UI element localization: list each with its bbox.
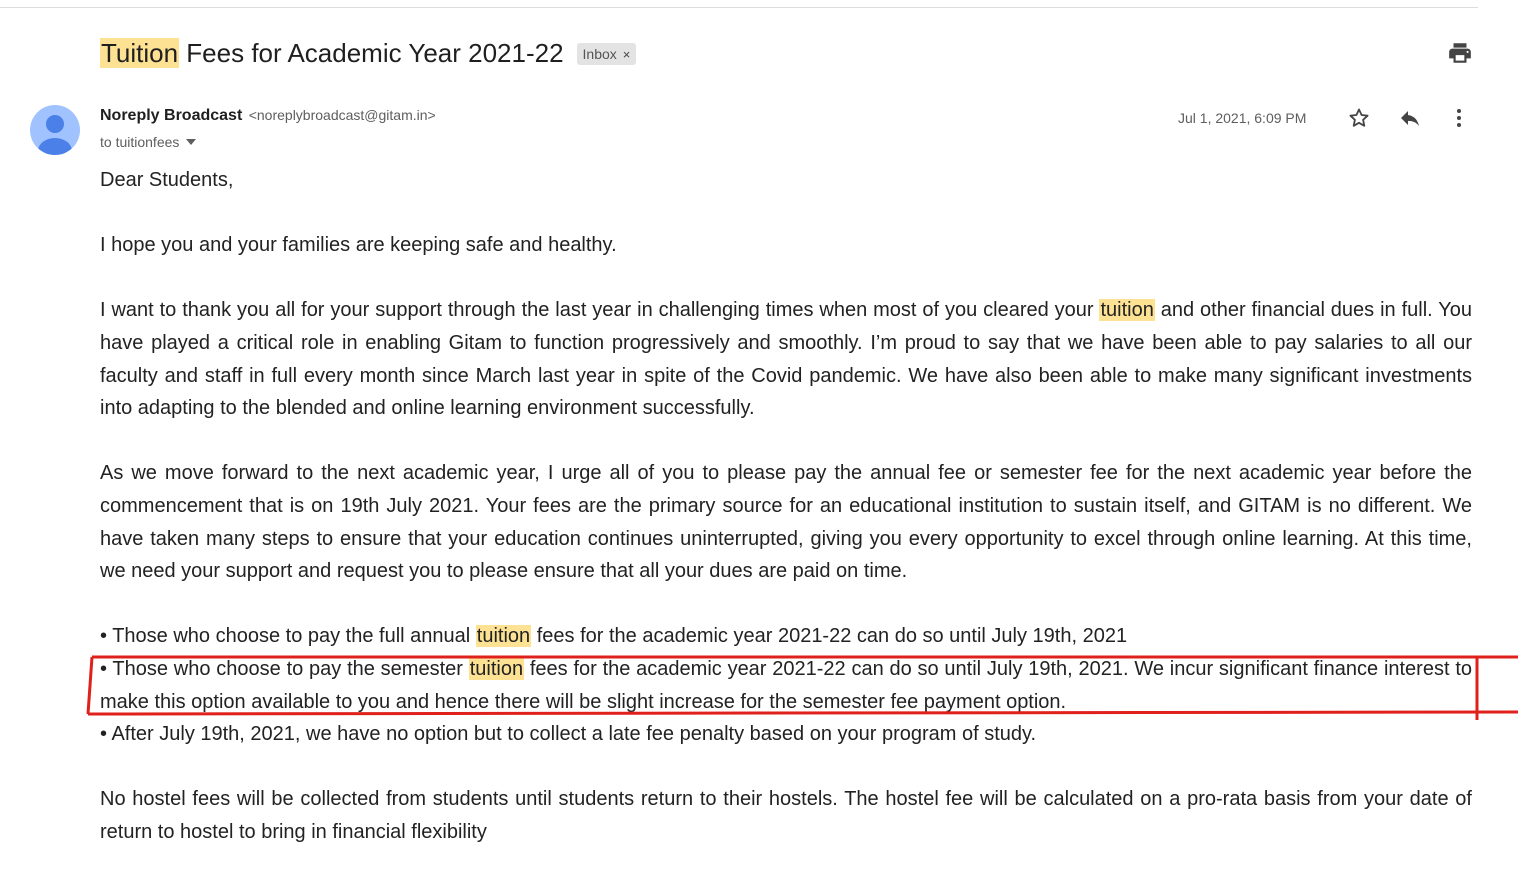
person-avatar-icon bbox=[38, 115, 72, 155]
email-subject: Tuition Fees for Academic Year 2021-22 bbox=[100, 36, 564, 70]
sender-row: Noreply Broadcast <noreplybroadcast@gita… bbox=[100, 107, 436, 125]
print-icon bbox=[1449, 43, 1471, 63]
bullet-2: • Those who choose to pay the semester t… bbox=[100, 653, 1472, 718]
caret-down-icon bbox=[186, 139, 197, 145]
subject-text: Fees for Academic Year 2021-22 bbox=[179, 38, 564, 68]
remove-label-button[interactable]: × bbox=[623, 47, 631, 62]
p2-text-a: I want to thank you all for your support… bbox=[100, 299, 1100, 322]
bullet-3: • After July 19th, 2021, we have no opti… bbox=[100, 723, 1037, 746]
sender-name[interactable]: Noreply Broadcast bbox=[100, 107, 242, 124]
sender-email: <noreplybroadcast@gitam.in> bbox=[248, 107, 436, 123]
search-highlight: Tuition bbox=[100, 38, 180, 68]
paragraph-4: No hostel fees will be collected from st… bbox=[100, 788, 1472, 843]
b1-text-b: fees for the academic year 2021-22 can d… bbox=[531, 625, 1128, 648]
more-options-button[interactable] bbox=[1446, 105, 1472, 131]
reply-icon bbox=[1401, 111, 1419, 126]
label-text: Inbox bbox=[582, 46, 617, 62]
paragraph-2: I want to thank you all for your support… bbox=[100, 294, 1472, 424]
bullet-1: • Those who choose to pay the full annua… bbox=[100, 620, 1472, 653]
sender-avatar[interactable] bbox=[30, 105, 80, 155]
b2-text-a: • Those who choose to pay the semester bbox=[100, 657, 469, 680]
email-date: Jul 1, 2021, 6:09 PM bbox=[1178, 110, 1307, 126]
email-body: Dear Students, I hope you and your famil… bbox=[100, 164, 1472, 881]
search-highlight: tuition bbox=[1099, 299, 1155, 322]
greeting: Dear Students, bbox=[100, 169, 234, 191]
top-divider bbox=[0, 7, 1478, 8]
recipient-text: to tuitionfees bbox=[100, 134, 180, 150]
search-highlight: tuition bbox=[475, 625, 532, 648]
subject-row: Tuition Fees for Academic Year 2021-22 I… bbox=[100, 36, 637, 70]
reply-button[interactable] bbox=[1397, 105, 1423, 131]
recipients-toggle[interactable]: to tuitionfees bbox=[100, 134, 197, 150]
star-button[interactable] bbox=[1346, 105, 1372, 131]
inbox-label-chip[interactable]: Inbox × bbox=[576, 43, 637, 65]
paragraph-3: As we move forward to the next academic … bbox=[100, 462, 1472, 583]
paragraph-1: I hope you and your families are keeping… bbox=[100, 234, 617, 257]
b1-text-a: • Those who choose to pay the full annua… bbox=[100, 625, 476, 648]
print-button[interactable] bbox=[1446, 40, 1474, 66]
search-highlight: tuition bbox=[468, 657, 525, 680]
star-icon bbox=[1349, 108, 1369, 127]
more-vert-icon bbox=[1457, 109, 1461, 127]
